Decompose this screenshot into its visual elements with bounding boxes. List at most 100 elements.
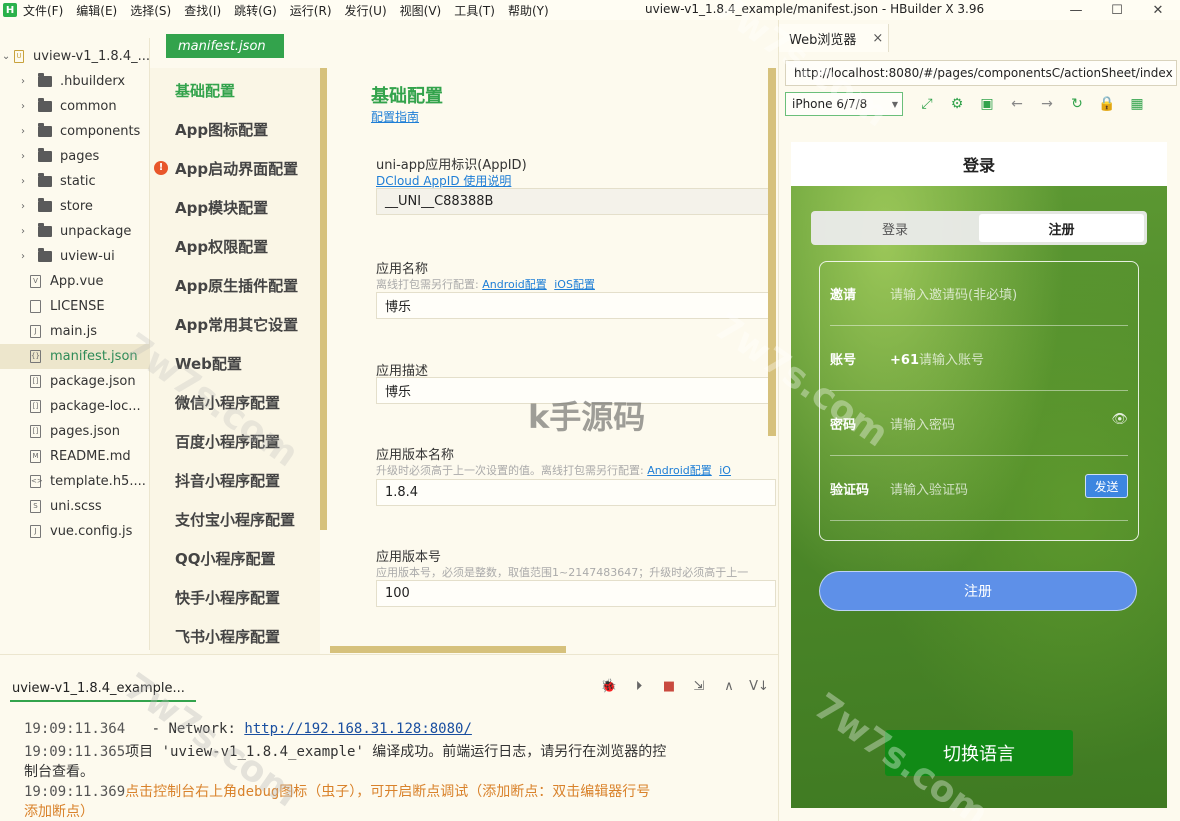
popout-icon[interactable]: ⤢: [912, 92, 942, 116]
account-input[interactable]: +61请输入账号: [890, 349, 984, 368]
tree-item[interactable]: › pages: [0, 144, 150, 169]
android-config-link[interactable]: Android配置: [482, 278, 547, 291]
invite-code-input[interactable]: 请输入邀请码(非必填): [890, 284, 1017, 303]
lock-icon[interactable]: 🔒: [1092, 92, 1122, 116]
nav-item[interactable]: 飞书小程序配置: [175, 626, 280, 647]
back-icon[interactable]: ←: [1002, 92, 1032, 116]
switch-language-button[interactable]: 切换语言: [885, 730, 1073, 776]
nav-item[interactable]: 快手小程序配置: [175, 587, 280, 608]
nav-item[interactable]: Web配置: [175, 353, 242, 374]
menu-goto[interactable]: 跳转(G): [234, 2, 277, 19]
app-name-input[interactable]: 博乐: [376, 292, 776, 319]
tab-register[interactable]: 注册: [979, 214, 1144, 242]
version-android-config-link[interactable]: Android配置: [647, 464, 712, 477]
nav-item[interactable]: App权限配置: [175, 236, 268, 257]
project-root[interactable]: ⌄ U uview-v1_1.8.4_...: [0, 44, 150, 69]
country-code-prefix[interactable]: +61: [890, 353, 919, 368]
qrcode-icon[interactable]: ▦: [1122, 92, 1152, 116]
scroll-lock-icon[interactable]: V↓: [744, 679, 774, 694]
nav-item[interactable]: 百度小程序配置: [175, 431, 280, 452]
appid-field[interactable]: __UNI__C88388B: [376, 188, 776, 215]
tree-item[interactable]: {} manifest.json: [0, 344, 150, 369]
captcha-input[interactable]: 请输入验证码: [890, 479, 968, 498]
menu-publish[interactable]: 发行(U): [345, 2, 387, 19]
menu-select[interactable]: 选择(S): [130, 2, 171, 19]
menu-file[interactable]: 文件(F): [23, 2, 63, 19]
tree-item[interactable]: [] pages.json: [0, 419, 150, 444]
chevron-right-icon[interactable]: ›: [16, 151, 30, 162]
tab-login[interactable]: 登录: [811, 211, 979, 245]
forward-icon[interactable]: →: [1032, 92, 1062, 116]
nav-item[interactable]: 微信小程序配置: [175, 392, 280, 413]
chevron-right-icon[interactable]: ›: [16, 226, 30, 237]
password-input[interactable]: 请输入密码: [890, 414, 955, 433]
config-guide-link[interactable]: 配置指南: [371, 108, 419, 125]
menu-tools[interactable]: 工具(T): [454, 2, 495, 19]
menu-help[interactable]: 帮助(Y): [508, 2, 549, 19]
version-code-input[interactable]: 100: [376, 580, 776, 607]
nav-item[interactable]: App原生插件配置: [175, 275, 298, 296]
nav-item[interactable]: 抖音小程序配置: [175, 470, 280, 491]
nav-item[interactable]: QQ小程序配置: [175, 548, 276, 569]
browser-tab[interactable]: Web浏览器 ×: [779, 24, 889, 52]
tree-item[interactable]: › .hbuilderx: [0, 69, 150, 94]
tree-item[interactable]: Jvue.config.js: [0, 519, 150, 544]
tree-item[interactable]: [] package-loc...: [0, 394, 150, 419]
tree-item[interactable]: Suni.scss: [0, 494, 150, 519]
url-input[interactable]: http://localhost:8080/#/pages/components…: [785, 60, 1177, 86]
chevron-right-icon[interactable]: ›: [16, 101, 30, 112]
chevron-right-icon[interactable]: ›: [16, 76, 30, 87]
collapse-icon[interactable]: ∧: [714, 679, 744, 694]
tree-item[interactable]: [] package.json: [0, 369, 150, 394]
version-ios-config-link[interactable]: iO: [719, 464, 731, 477]
console-tab[interactable]: uview-v1_1.8.4_example...: [12, 681, 185, 696]
close-icon[interactable]: ×: [872, 31, 883, 46]
play-icon[interactable]: ⏵: [624, 679, 654, 694]
send-code-button[interactable]: 发送: [1085, 474, 1128, 498]
nav-item[interactable]: 支付宝小程序配置: [175, 509, 295, 530]
tree-item[interactable]: Jmain.js: [0, 319, 150, 344]
nav-item[interactable]: 基础配置: [175, 80, 235, 101]
tree-item[interactable]: › store: [0, 194, 150, 219]
bug-icon[interactable]: 🐞: [594, 679, 624, 694]
minimize-button[interactable]: —: [1056, 0, 1096, 20]
chevron-right-icon[interactable]: ›: [16, 126, 30, 137]
tree-item[interactable]: › uview-ui: [0, 244, 150, 269]
tree-item[interactable]: › common: [0, 94, 150, 119]
tree-item[interactable]: <> template.h5....: [0, 469, 150, 494]
content-horizontal-scrollbar[interactable]: [330, 646, 566, 653]
reload-icon[interactable]: ↻: [1062, 92, 1092, 116]
device-select[interactable]: iPhone 6/7/8 ▼: [785, 92, 903, 116]
nav-item[interactable]: App启动界面配置: [175, 158, 298, 179]
nav-item[interactable]: App图标配置: [175, 119, 268, 140]
tree-item[interactable]: M README.md: [0, 444, 150, 469]
register-button[interactable]: 注册: [819, 571, 1137, 611]
tree-item[interactable]: › components: [0, 119, 150, 144]
stop-icon[interactable]: ■: [654, 679, 684, 694]
tree-item[interactable]: LICENSE: [0, 294, 150, 319]
appid-help-link[interactable]: DCloud AppID 使用说明: [376, 172, 511, 189]
nav-item[interactable]: App常用其它设置: [175, 314, 298, 335]
content-scrollbar[interactable]: [768, 68, 776, 436]
ios-config-link[interactable]: iOS配置: [554, 278, 595, 291]
tree-item[interactable]: › static: [0, 169, 150, 194]
nav-item[interactable]: App模块配置: [175, 197, 268, 218]
nav-scrollbar[interactable]: [320, 68, 327, 530]
version-name-input[interactable]: 1.8.4: [376, 479, 776, 506]
chevron-right-icon[interactable]: ›: [16, 251, 30, 262]
menu-view[interactable]: 视图(V): [400, 2, 442, 19]
chevron-right-icon[interactable]: ›: [16, 201, 30, 212]
devtools-icon[interactable]: ▣: [972, 92, 1002, 116]
tree-item[interactable]: › unpackage: [0, 219, 150, 244]
network-url-link[interactable]: http://192.168.31.128:8080/: [244, 721, 472, 737]
maximize-button[interactable]: ☐: [1097, 0, 1137, 20]
menu-find[interactable]: 查找(I): [184, 2, 221, 19]
menu-run[interactable]: 运行(R): [290, 2, 332, 19]
eye-icon[interactable]: 👁: [1111, 412, 1128, 427]
gear-icon[interactable]: ⚙: [942, 92, 972, 116]
menu-edit[interactable]: 编辑(E): [76, 2, 117, 19]
export-icon[interactable]: ⇲: [684, 679, 714, 694]
tree-item[interactable]: V App.vue: [0, 269, 150, 294]
editor-tab-manifest[interactable]: manifest.json: [166, 34, 284, 58]
chevron-right-icon[interactable]: ›: [16, 176, 30, 187]
